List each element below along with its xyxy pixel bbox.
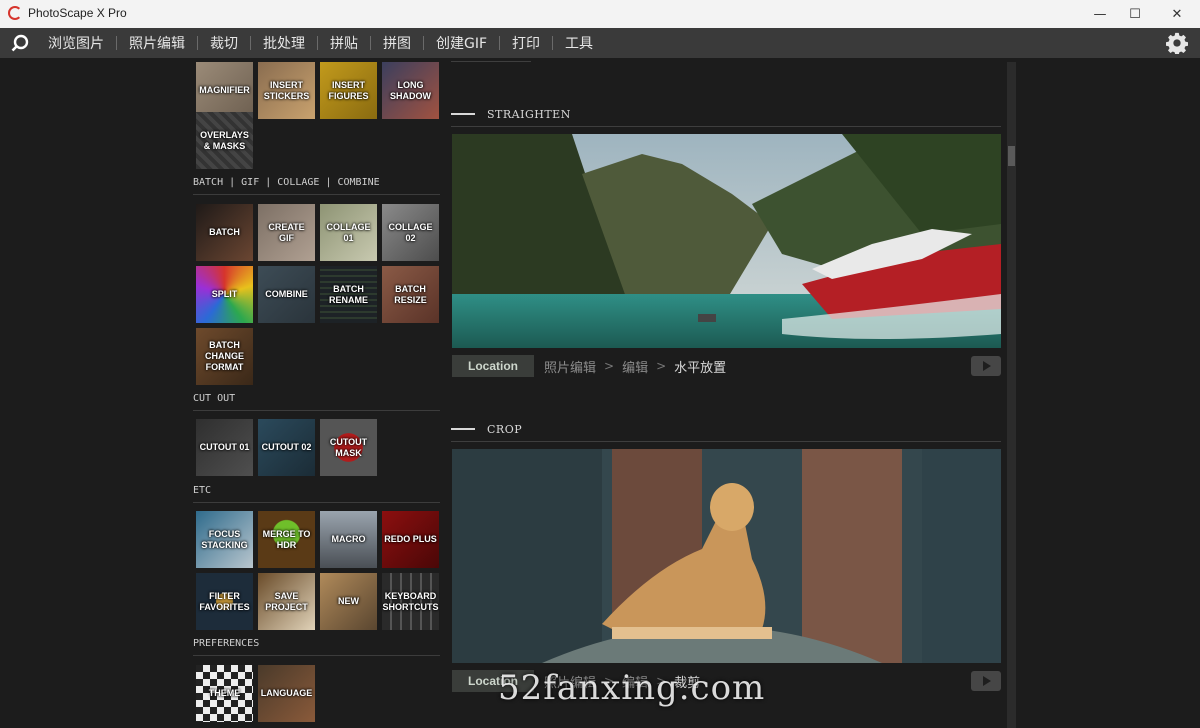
menu-item-print[interactable]: 打印: [500, 28, 552, 58]
section-divider: [193, 194, 440, 195]
menu-item-crop[interactable]: 裁切: [198, 28, 250, 58]
path-item[interactable]: 照片编辑: [544, 357, 596, 376]
section-divider: [193, 410, 440, 411]
location-button[interactable]: Location: [452, 355, 534, 377]
feature-header-straighten: STRAIGHTEN: [451, 107, 571, 121]
tile-keyboard-shortcuts[interactable]: KEYBOARD SHORTCUTS: [382, 573, 439, 630]
feature-title: STRAIGHTEN: [487, 107, 571, 121]
tile-split[interactable]: SPLIT: [196, 266, 253, 323]
location-row: Location 照片编辑 > 编辑 > 水平放置: [452, 355, 1001, 377]
tile-combine[interactable]: COMBINE: [258, 266, 315, 323]
section-header-etc: ETC: [193, 485, 212, 496]
section-divider: [193, 655, 440, 656]
path-item[interactable]: 编辑: [622, 357, 648, 376]
feature-tile-panel: MAGNIFIER INSERT STICKERS INSERT FIGURES…: [190, 58, 444, 728]
tile-batch[interactable]: BATCH: [196, 204, 253, 261]
header-dash: [451, 113, 475, 115]
section-header-preferences: PREFERENCES: [193, 638, 260, 649]
tile-macro[interactable]: MACRO: [320, 511, 377, 568]
chevron-right-icon: >: [604, 359, 615, 373]
feature-guide-panel: STRAIGHTEN Location 照片编辑 > 编辑 > 水平放置 CRO…: [446, 58, 1008, 728]
menu-item-combine[interactable]: 拼图: [371, 28, 423, 58]
tile-batch-resize[interactable]: BATCH RESIZE: [382, 266, 439, 323]
tile-insert-figures[interactable]: INSERT FIGURES: [320, 62, 377, 119]
section-divider: [451, 441, 1001, 442]
section-divider: [451, 61, 531, 62]
crop-preview-image[interactable]: [452, 449, 1001, 663]
chevron-right-icon: >: [656, 359, 667, 373]
menu-item-batch[interactable]: 批处理: [251, 28, 317, 58]
feature-title: CROP: [487, 422, 523, 436]
tile-cutout-02[interactable]: CUTOUT 02: [258, 419, 315, 476]
tile-focus-stacking[interactable]: FOCUS STACKING: [196, 511, 253, 568]
play-video-button[interactable]: [971, 671, 1001, 691]
play-icon: [983, 676, 991, 686]
feature-header-crop: CROP: [451, 422, 522, 436]
tile-cutout-mask[interactable]: CUTOUT MASK: [320, 419, 377, 476]
header-dash: [451, 428, 475, 430]
tile-merge-to-hdr[interactable]: MERGE TO HDR: [258, 511, 315, 568]
menu-bar: 浏览图片 照片编辑 裁切 批处理 拼贴 拼图 创建GIF 打印 工具: [0, 28, 1200, 58]
title-bar: PhotoScape X Pro — ☐ ✕: [0, 0, 1200, 28]
tile-redo-plus[interactable]: REDO PLUS: [382, 511, 439, 568]
menu-item-browse[interactable]: 浏览图片: [36, 28, 116, 58]
close-button[interactable]: ✕: [1154, 0, 1200, 28]
watermark-text: 52fanxing.com: [498, 668, 766, 708]
menu-item-collage[interactable]: 拼贴: [318, 28, 370, 58]
maximize-button[interactable]: ☐: [1112, 0, 1158, 28]
straighten-preview-image[interactable]: [452, 134, 1001, 348]
section-header-cutout: CUT OUT: [193, 393, 236, 404]
menu-item-create-gif[interactable]: 创建GIF: [424, 28, 499, 58]
tile-new[interactable]: NEW: [320, 573, 377, 630]
tile-collage-01[interactable]: COLLAGE 01: [320, 204, 377, 261]
tile-collage-02[interactable]: COLLAGE 02: [382, 204, 439, 261]
tile-overlays-masks[interactable]: OVERLAYS & MASKS: [196, 112, 253, 169]
tile-cutout-01[interactable]: CUTOUT 01: [196, 419, 253, 476]
menu-item-photo-edit[interactable]: 照片编辑: [117, 28, 197, 58]
play-icon: [983, 361, 991, 371]
tile-batch-change-format[interactable]: BATCH CHANGE FORMAT: [196, 328, 253, 385]
app-logo-icon: [8, 6, 22, 20]
section-divider: [451, 126, 1001, 127]
section-divider: [193, 502, 440, 503]
location-path: 照片编辑 > 编辑 > 水平放置: [544, 357, 726, 376]
tile-insert-stickers[interactable]: INSERT STICKERS: [258, 62, 315, 119]
tile-theme[interactable]: THEME: [196, 665, 253, 722]
tile-language[interactable]: LANGUAGE: [258, 665, 315, 722]
menu-item-tools[interactable]: 工具: [553, 28, 605, 58]
section-header-batch: BATCH | GIF | COLLAGE | COMBINE: [193, 177, 380, 188]
gear-icon[interactable]: [1166, 32, 1188, 54]
tile-filter-favorites[interactable]: FILTER FAVORITES: [196, 573, 253, 630]
scrollbar-thumb[interactable]: [1008, 146, 1015, 166]
tile-batch-rename[interactable]: BATCH RENAME: [320, 266, 377, 323]
tile-long-shadow[interactable]: LONG SHADOW: [382, 62, 439, 119]
path-item[interactable]: 水平放置: [674, 357, 726, 376]
play-video-button[interactable]: [971, 356, 1001, 376]
home-icon[interactable]: [10, 33, 30, 53]
tile-save-project[interactable]: SAVE PROJECT: [258, 573, 315, 630]
tile-magnifier[interactable]: MAGNIFIER: [196, 62, 253, 119]
app-title: PhotoScape X Pro: [28, 6, 127, 20]
tile-create-gif[interactable]: CREATE GIF: [258, 204, 315, 261]
